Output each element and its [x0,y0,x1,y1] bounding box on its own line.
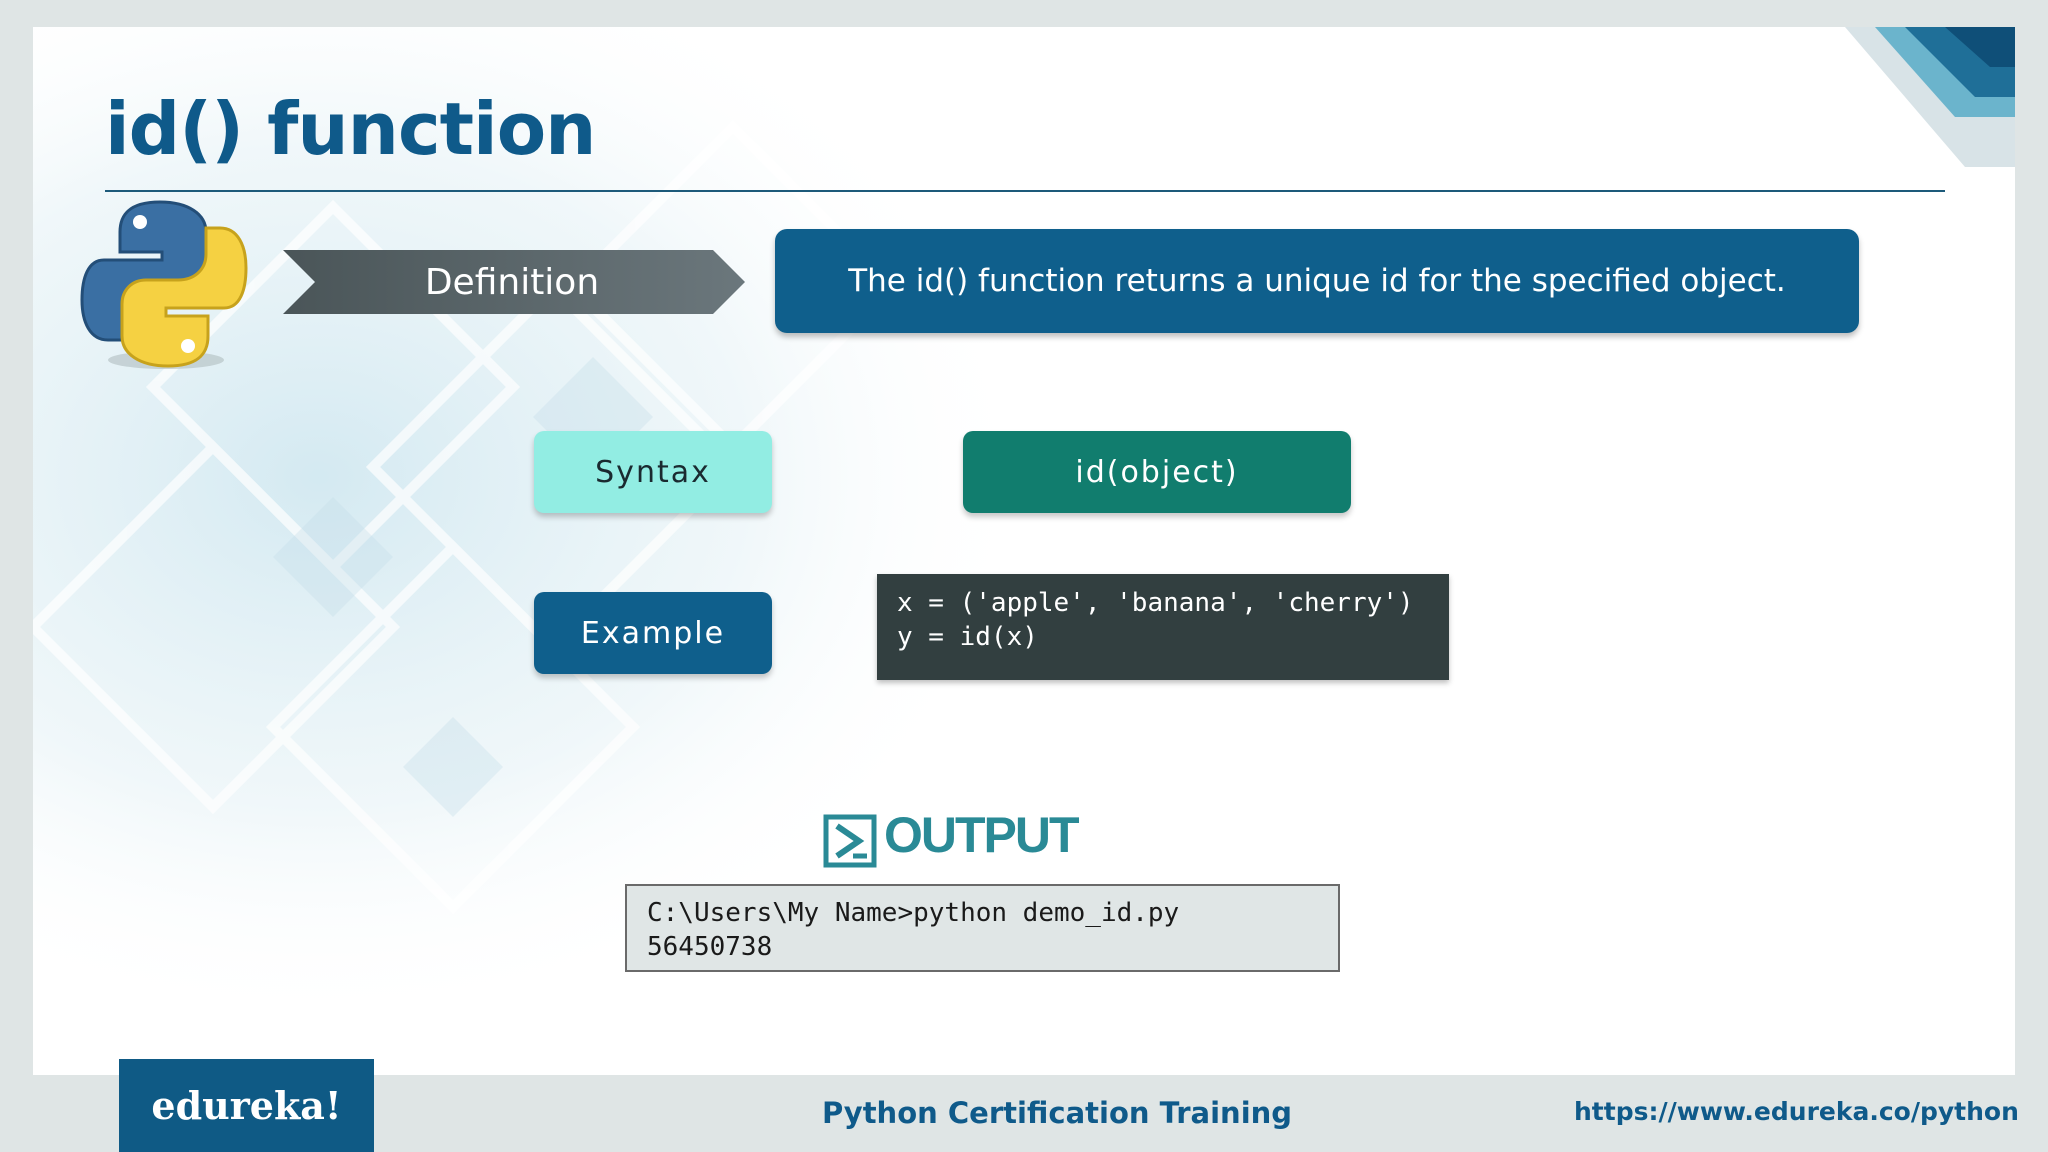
code-line: x = ('apple', 'banana', 'cherry') [897,588,1414,618]
title-divider [105,190,1945,192]
output-line: 56450738 [647,932,773,962]
example-code-block: x = ('apple', 'banana', 'cherry') y = id(… [877,574,1449,680]
output-console: C:\Users\My Name>python demo_id.py 564507… [625,884,1340,972]
corner-decoration [1845,27,2015,167]
definition-label: Definition [424,261,600,303]
slide-title: id() function [105,87,596,171]
example-label: Example [534,592,772,674]
output-heading: OUTPUT [884,807,1080,863]
footer-course-title: Python Certification Training [822,1096,1293,1130]
output-line: C:\Users\My Name>python demo_id.py [647,898,1180,928]
brand-logo: edureka! [119,1059,374,1152]
python-logo-icon [80,200,248,369]
syntax-label: Syntax [534,431,772,513]
definition-text: The id() function returns a unique id fo… [775,229,1859,333]
footer-url-link[interactable]: https://www.edureka.co/python [1574,1097,2019,1126]
output-play-icon [823,814,877,868]
code-line: y = id(x) [897,622,1038,652]
syntax-value: id(object) [963,431,1351,513]
